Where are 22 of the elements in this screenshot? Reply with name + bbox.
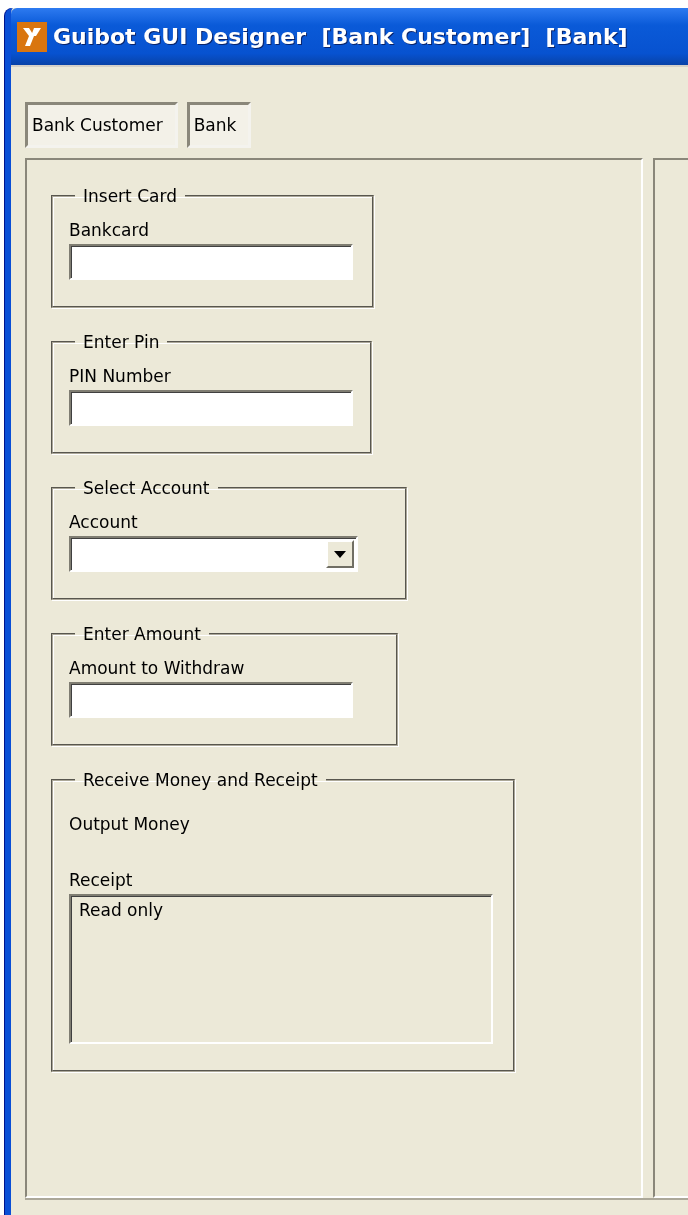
tab[interactable]: Bank Customer (25, 102, 178, 148)
group-title: Enter Pin (82, 332, 161, 352)
output-label: Output Money (69, 814, 191, 834)
group-title: Insert Card (82, 186, 178, 206)
text-field[interactable] (69, 390, 353, 426)
caret-icon (334, 550, 346, 558)
text-area[interactable]: Read only (69, 894, 493, 1044)
field-label: Receipt (69, 870, 134, 890)
tab[interactable]: Bank (186, 102, 252, 148)
text-field[interactable] (69, 244, 353, 280)
group-title: Receive Money and Receipt (82, 770, 319, 790)
text-field[interactable] (69, 682, 353, 718)
dropdown-field[interactable] (69, 536, 358, 572)
field-label: Amount to Withdraw (69, 658, 246, 678)
group-title: Enter Amount (82, 624, 202, 644)
dropdown-button[interactable] (326, 540, 354, 568)
group-title: Select Account (82, 478, 211, 498)
field-label: Account (69, 512, 139, 532)
field-label: PIN Number (69, 366, 172, 386)
field-label: Bankcard (69, 220, 150, 240)
window-title: Guibot GUI Designer [Bank Customer] [Bank] (53, 24, 628, 49)
app-logo-icon (17, 21, 47, 52)
